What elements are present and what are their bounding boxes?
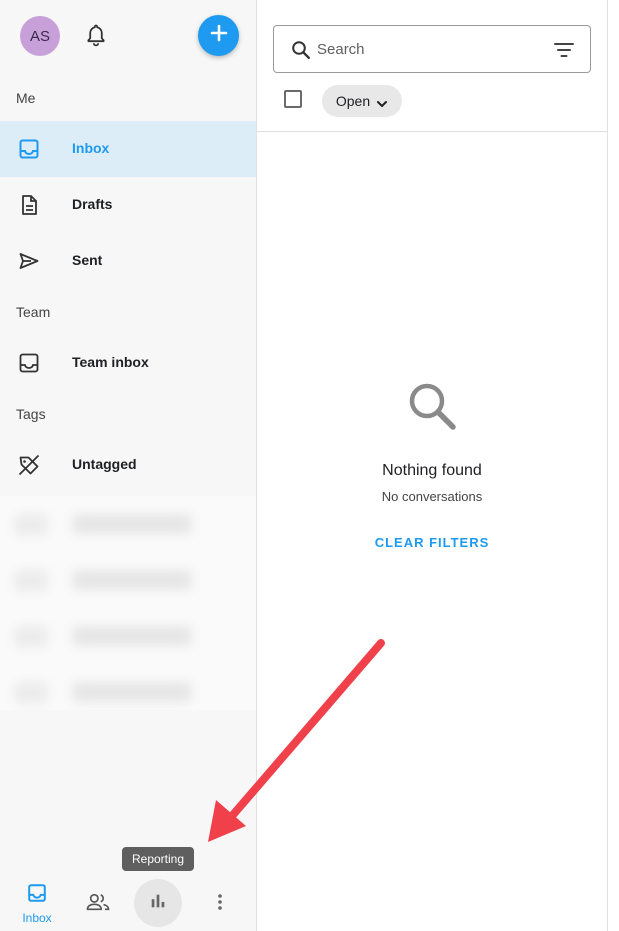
plus-icon: [209, 23, 229, 48]
section-label-tags: Tags: [16, 406, 46, 422]
status-filter-dropdown[interactable]: Open: [322, 85, 402, 117]
people-icon: [85, 891, 111, 918]
redacted-row: [0, 608, 256, 664]
chevron-down-icon: [376, 96, 388, 107]
empty-state-title: Nothing found: [382, 462, 482, 479]
avatar[interactable]: AS: [20, 16, 60, 56]
section-label-team: Team: [16, 304, 51, 320]
compose-button[interactable]: [198, 15, 239, 56]
sidebar-item-label: Untagged: [72, 456, 137, 472]
sidebar: AS Me Inbox Drafts Sent Team Team inbox …: [0, 0, 257, 931]
section-label-me: Me: [16, 90, 36, 106]
toolbar-divider: [257, 131, 607, 132]
sidebar-item-label: Team inbox: [72, 354, 149, 370]
sidebar-item-drafts[interactable]: Drafts: [0, 177, 256, 233]
inbox-icon: [26, 882, 48, 909]
sidebar-item-label: Inbox: [72, 140, 110, 156]
redacted-row: [0, 552, 256, 608]
search-box: [273, 25, 591, 73]
search-input[interactable]: [317, 38, 537, 60]
bottom-tab-more[interactable]: [208, 890, 232, 918]
panel-divider: [607, 0, 608, 931]
search-icon: [291, 40, 311, 60]
send-icon: [17, 249, 41, 273]
empty-state-subtitle: No conversations: [381, 489, 483, 504]
bottom-tab-team[interactable]: [84, 890, 112, 918]
sidebar-item-label: Sent: [72, 252, 103, 268]
bottom-tab-label: Inbox: [22, 910, 52, 925]
sidebar-item-inbox[interactable]: Inbox: [0, 121, 256, 177]
sidebar-item-label: Drafts: [72, 196, 113, 212]
inbox-icon: [17, 351, 41, 375]
bottom-tab-reporting[interactable]: [134, 879, 182, 927]
bottom-tab-inbox[interactable]: Inbox: [17, 880, 57, 926]
search-icon: [404, 378, 460, 434]
bar-chart-icon: [149, 892, 167, 915]
select-all-checkbox[interactable]: [284, 90, 302, 108]
inbox-icon: [17, 137, 41, 161]
sidebar-item-untagged[interactable]: Untagged: [0, 437, 256, 493]
document-icon: [17, 193, 41, 217]
redacted-row: [0, 496, 256, 552]
filter-icon[interactable]: [553, 41, 575, 59]
sidebar-item-team-inbox[interactable]: Team inbox: [0, 335, 256, 391]
clear-filters-button[interactable]: CLEAR FILTERS: [357, 530, 507, 554]
tag-off-icon: [17, 453, 41, 477]
more-vert-icon: [217, 892, 223, 917]
redacted-row: [0, 664, 256, 720]
redacted-tag-list: [0, 496, 256, 710]
reporting-tooltip: Reporting: [122, 847, 194, 871]
sidebar-item-sent[interactable]: Sent: [0, 233, 256, 289]
bell-icon[interactable]: [84, 22, 108, 48]
status-filter-label: Open: [335, 93, 371, 109]
